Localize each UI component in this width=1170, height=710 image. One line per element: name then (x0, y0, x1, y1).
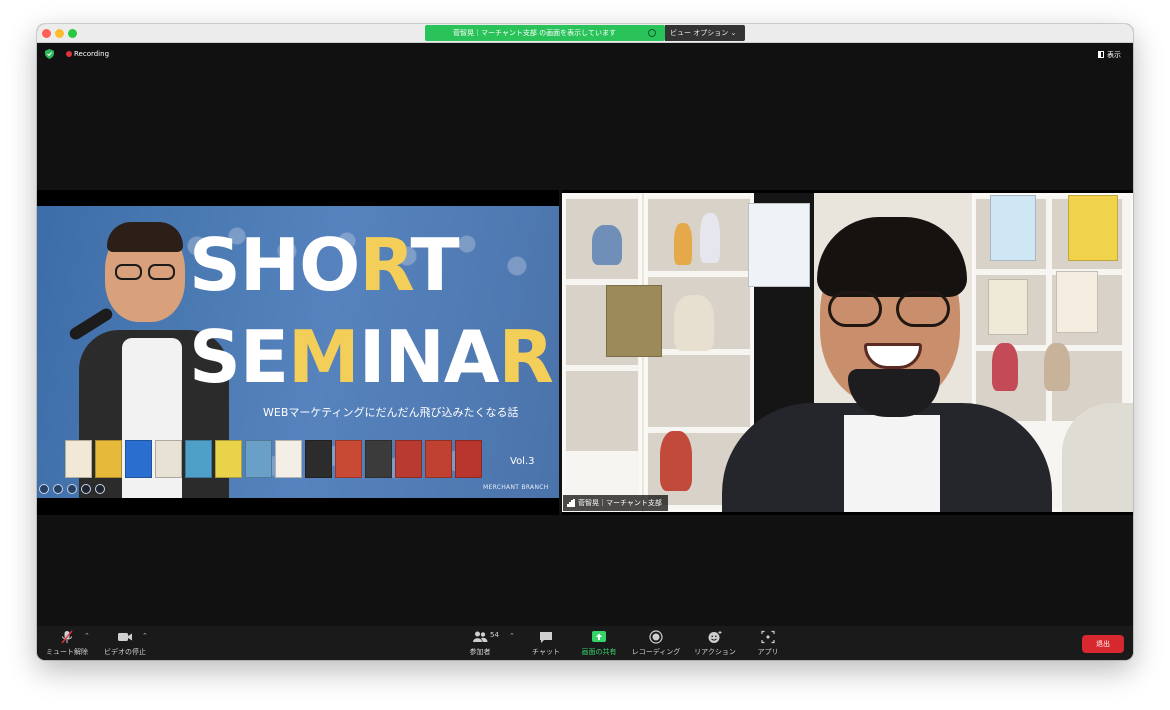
video-options-chevron-icon[interactable]: ⌃ (142, 632, 148, 640)
stop-video-label: ビデオの停止 (104, 648, 146, 656)
close-window-button[interactable] (42, 29, 51, 38)
recording-dot-icon (66, 50, 72, 57)
slide-forward-icon[interactable] (95, 484, 105, 494)
presentation-slide: SHORT SEMINAR WEBマーケティングにだんだん飛び込みたくなる話 V… (37, 206, 559, 498)
participants-count: 54 (490, 631, 499, 639)
participant-name-tag: 菅智晃｜マーチャント支部 (563, 495, 668, 511)
slide-controls (39, 484, 105, 494)
participant-name: 菅智晃｜マーチャント支部 (578, 499, 662, 507)
screen-share-banner: 菅智晃｜マーチャント支部 の画面を表示しています (425, 25, 665, 41)
video-camera-icon (118, 633, 132, 641)
meeting-top-bar: Recording 表示 (37, 43, 1133, 65)
next-slide-icon[interactable] (53, 484, 63, 494)
recording-label: Recording (74, 50, 110, 58)
slide-subtitle: WEBマーケティングにだんだん飛び込みたくなる話 (263, 406, 519, 419)
view-layout-icon (1098, 51, 1104, 58)
slide-more-icon[interactable] (81, 484, 91, 494)
share-banner-label: 菅智晃｜マーチャント支部 の画面を表示しています (453, 29, 616, 37)
zoom-window-button[interactable] (68, 29, 77, 38)
leave-meeting-button[interactable]: 退出 (1082, 635, 1124, 653)
apps-label: アプリ (757, 648, 779, 656)
apps-icon (761, 630, 775, 644)
previous-slide-icon[interactable] (39, 484, 49, 494)
slide-title-short: SHORT (189, 223, 460, 307)
smiley-icon (708, 631, 722, 643)
view-options-button[interactable]: ビュー オプション ⌄ (665, 25, 745, 41)
minimize-window-button[interactable] (55, 29, 64, 38)
participant-video-feed (562, 193, 1133, 512)
view-label: 表示 (1107, 51, 1121, 59)
participants-icon (473, 631, 488, 642)
slide-title-seminar: SEMINAR (189, 315, 554, 399)
slide-grid-icon[interactable] (67, 484, 77, 494)
view-button[interactable]: 表示 (1098, 50, 1121, 60)
record-icon (649, 630, 663, 644)
share-screen-icon (592, 631, 606, 642)
meeting-toolbar: ミュート解除 ⌃ ビデオの停止 ⌃ 参加者 54 ⌃ チャット 画面の共有 レコ… (37, 626, 1133, 660)
title-bar: 菅智晃｜マーチャント支部 の画面を表示しています ビュー オプション ⌄ (37, 24, 1133, 43)
book-covers-row (65, 440, 482, 480)
participants-button[interactable]: 参加者 (450, 626, 510, 660)
participants-options-chevron-icon[interactable]: ⌃ (509, 632, 515, 640)
security-shield-icon[interactable] (45, 49, 54, 59)
microphone-muted-icon (61, 630, 73, 644)
chat-bubble-icon (540, 632, 552, 643)
apps-button[interactable]: アプリ (738, 626, 798, 660)
zoom-window: 菅智晃｜マーチャント支部 の画面を表示しています ビュー オプション ⌄ Rec… (37, 24, 1133, 660)
slide-volume: Vol.3 (510, 456, 535, 467)
connection-strength-icon (567, 499, 575, 507)
recording-indicator: Recording (66, 50, 109, 58)
slide-footer-brand: MERCHANT BRANCH (483, 484, 549, 491)
share-status-icon (648, 29, 656, 37)
audio-options-chevron-icon[interactable]: ⌃ (84, 632, 90, 640)
shared-screen-panel: SHORT SEMINAR WEBマーケティングにだんだん飛び込みたくなる話 V… (37, 190, 559, 515)
participant-video-panel[interactable]: 菅智晃｜マーチャント支部 (562, 190, 1133, 515)
